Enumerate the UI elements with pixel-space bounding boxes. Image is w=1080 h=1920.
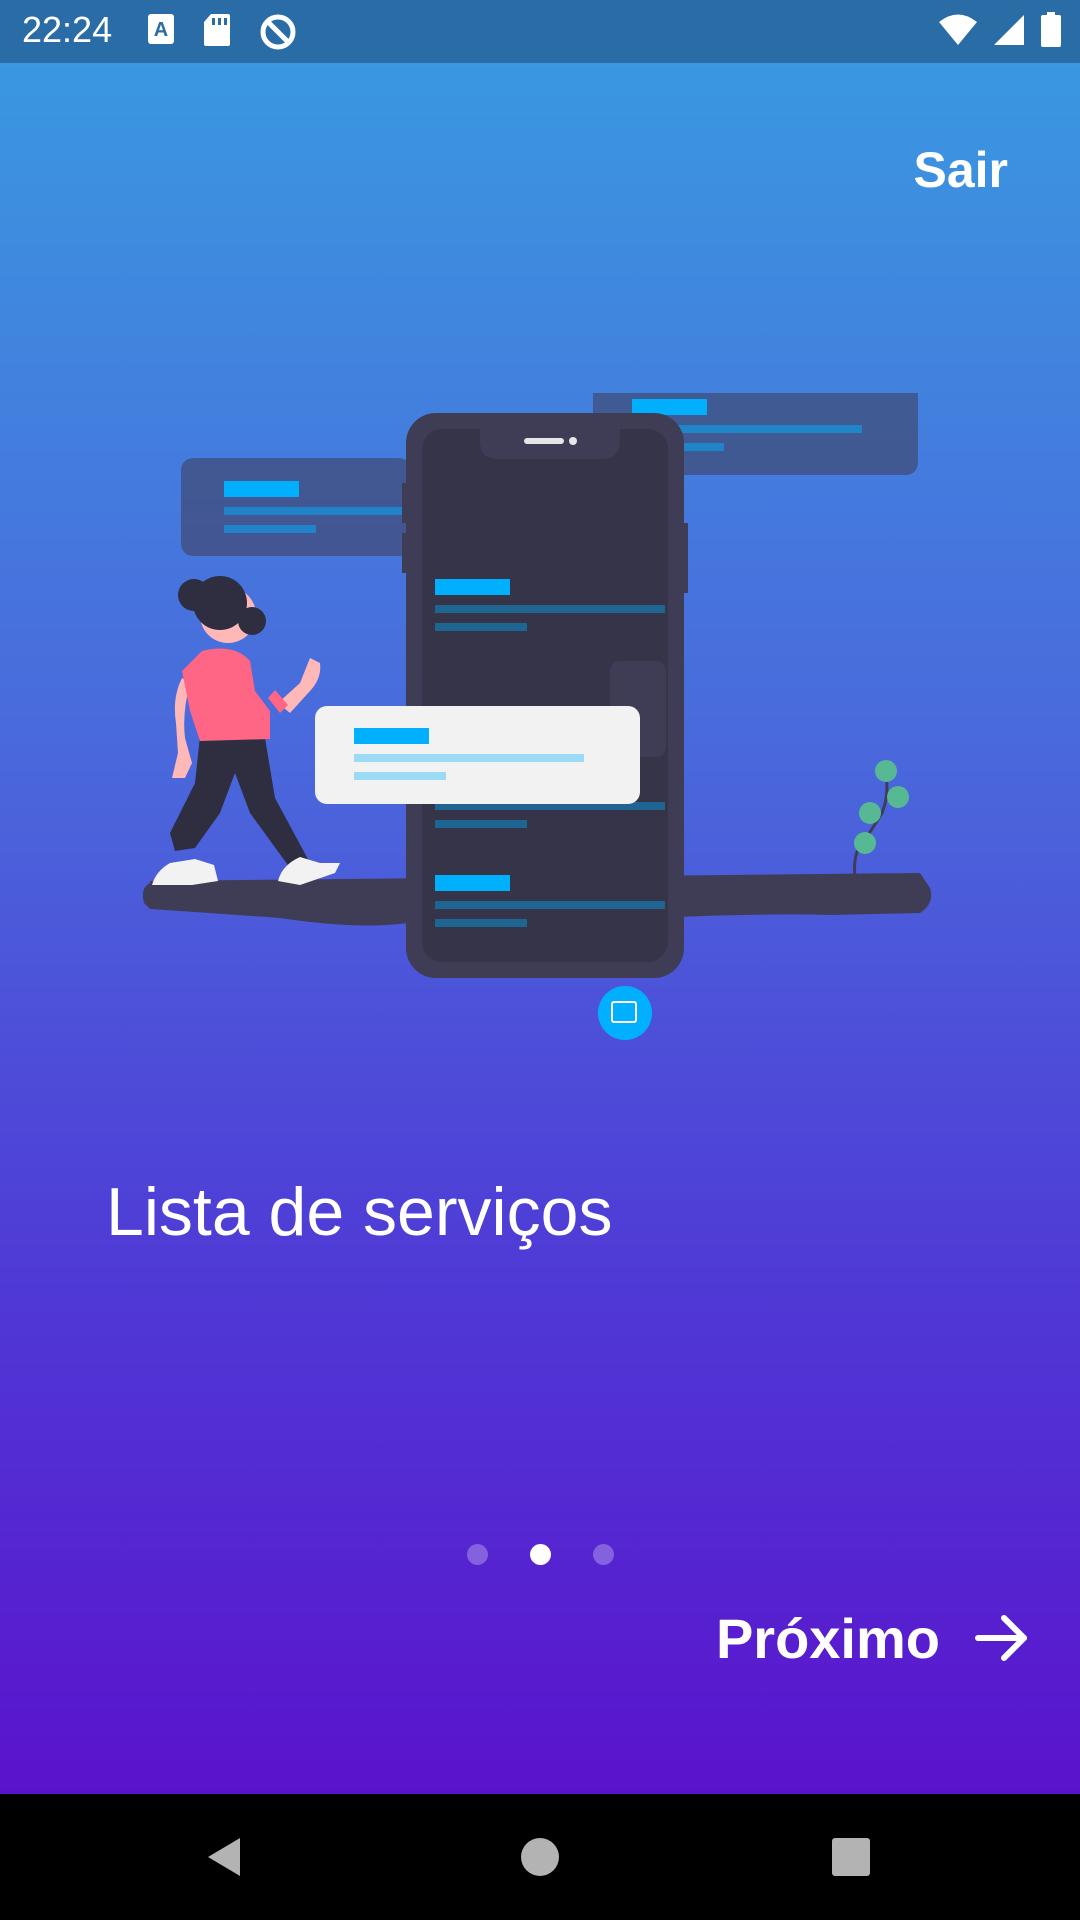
back-icon[interactable] — [200, 1832, 250, 1882]
status-time: 22:24 — [22, 9, 113, 50]
data-saver-icon — [260, 14, 296, 50]
onboarding-screen[interactable]: Sair Lista de serviços Próximo — [0, 63, 1080, 1794]
status-bar: 22:24 A — [0, 0, 1080, 63]
signal-icon — [994, 15, 1024, 45]
services-list-illustration — [142, 393, 932, 1040]
battery-icon — [1041, 12, 1061, 47]
svg-text:A: A — [154, 19, 168, 41]
plant-decoration — [846, 760, 909, 893]
navigation-bar — [0, 1794, 1080, 1920]
font-icon: A — [148, 14, 174, 44]
page-title: Lista de serviços — [106, 1174, 613, 1250]
wifi-icon — [939, 14, 977, 45]
next-button-label: Próximo — [715, 1606, 940, 1670]
sd-card-icon — [204, 14, 230, 46]
arrow-right-icon — [975, 1615, 1027, 1661]
page-indicator — [0, 1544, 1080, 1565]
skip-button[interactable]: Sair — [913, 141, 1008, 199]
home-icon[interactable] — [515, 1832, 565, 1882]
recents-icon[interactable] — [826, 1832, 876, 1882]
next-button[interactable]: Próximo — [716, 1588, 1030, 1688]
woman-figure — [152, 576, 340, 885]
page-dot-3[interactable] — [592, 1544, 614, 1565]
add-note-fab — [598, 986, 652, 1040]
status-system-icons — [938, 12, 1062, 48]
status-notification-icons: A — [146, 12, 298, 52]
page-dot-1[interactable] — [466, 1544, 488, 1565]
page-dot-2-active[interactable] — [529, 1544, 551, 1565]
